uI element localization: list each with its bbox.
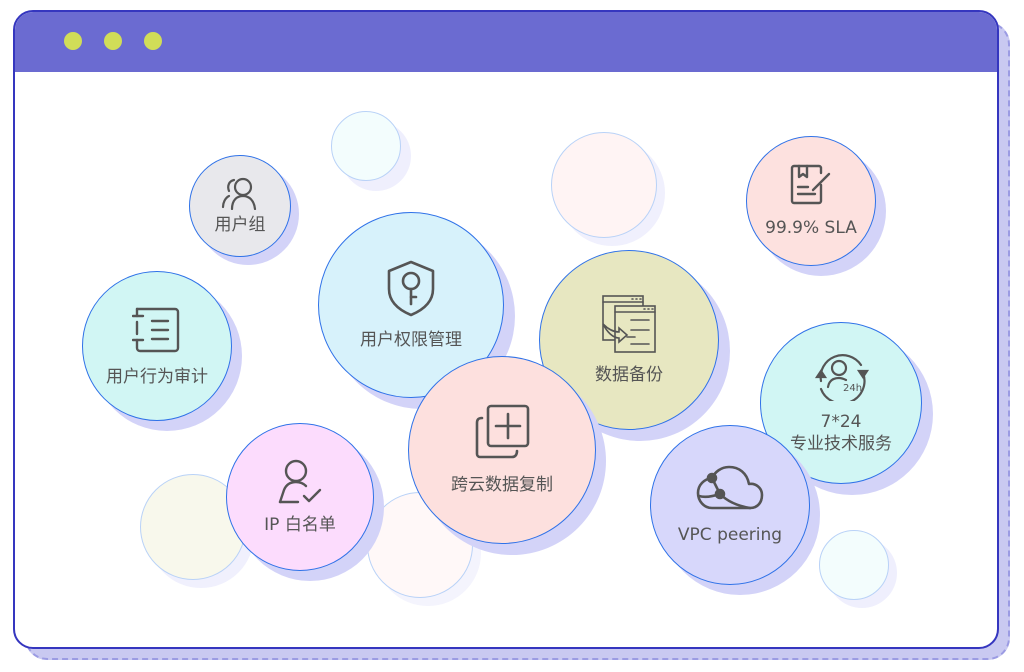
shield-key-icon [385,259,437,317]
feature-label-line1: 7*24 [820,412,862,432]
feature-cross-cloud-replication[interactable]: 跨云数据复制 [408,356,606,555]
feature-label: VPC peering [677,525,783,545]
decorative-bubble [331,111,411,191]
document-edit-icon [789,163,833,207]
users-icon [220,176,260,210]
feature-ip-whitelist[interactable]: IP 白名单 [226,423,384,581]
feature-label: 用户权限管理 [360,330,462,350]
feature-label: 用户行为审计 [106,367,208,387]
feature-user-group[interactable]: 用户组 [189,155,299,265]
feature-label: IP 白名单 [264,515,336,535]
feature-label: 99.9% SLA [765,218,857,238]
feature-label: 跨云数据复制 [451,475,553,495]
support-24h-icon: 24h [811,351,871,401]
svg-text:24h: 24h [843,383,862,394]
feature-bubbles: 用户组 用户行为审计 IP 白名单 用户权限管理 数据备份 99.9% SLA … [0,0,1024,672]
feature-label: 数据备份 [595,365,663,385]
copy-add-icon [474,404,530,460]
feature-label: 用户组 [214,215,266,235]
feature-user-audit[interactable]: 用户行为审计 [82,271,242,431]
decorative-bubble [819,530,897,608]
feature-vpc-peering[interactable]: VPC peering [650,425,820,595]
backup-windows-icon [601,294,657,354]
user-check-icon [276,458,324,504]
cloud-network-icon [696,464,764,512]
list-audit-icon [132,304,182,356]
decorative-bubble [551,132,665,246]
feature-sla[interactable]: 99.9% SLA [746,136,886,276]
